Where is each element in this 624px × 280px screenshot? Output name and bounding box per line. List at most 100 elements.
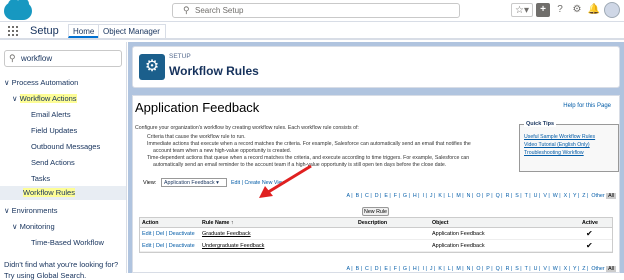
alpha-filter-g[interactable]: G | (401, 266, 411, 272)
tree-item-send-actions[interactable]: Send Actions (31, 158, 75, 167)
tree-item-field-updates[interactable]: Field Updates (31, 126, 77, 135)
col-rule-name[interactable]: Rule Name ↑ (202, 220, 234, 226)
avatar[interactable] (604, 2, 620, 18)
alpha-filter-l[interactable]: L | (446, 193, 455, 199)
tree-item-workflow-actions[interactable]: ∨ Workflow Actions (12, 94, 77, 103)
new-rule-button[interactable]: New Rule (362, 207, 389, 216)
alpha-filter-r[interactable]: R | (504, 266, 514, 272)
alpha-filter-o[interactable]: O | (475, 193, 485, 199)
row-actions[interactable]: Edit | Del | Deactivate (142, 231, 195, 237)
alpha-filter-g[interactable]: G | (401, 193, 411, 199)
tree-item-monitoring[interactable]: ∨ Monitoring (12, 222, 55, 231)
alpha-filter-t[interactable]: T | (523, 193, 532, 199)
alpha-filter-i[interactable]: I | (421, 266, 428, 272)
alpha-filter-u[interactable]: U | (532, 193, 542, 199)
rule-name-link[interactable]: Undergraduate Feedback (202, 243, 264, 249)
table-row: Edit | Del | Deactivate Undergraduate Fe… (140, 240, 612, 252)
col-description: Description (358, 220, 388, 226)
alpha-filter-a[interactable]: A | (345, 193, 354, 199)
view-links[interactable]: Edit | Create New View (231, 180, 285, 186)
quick-find-input[interactable]: ⚲ workflow (4, 50, 122, 67)
alpha-filter-k[interactable]: K | (437, 266, 446, 272)
alpha-filter-k[interactable]: K | (437, 193, 446, 199)
tree-item-time-based-workflow[interactable]: Time-Based Workflow (31, 238, 104, 247)
alpha-filter-n[interactable]: N | (465, 193, 475, 199)
bell-icon[interactable]: 🔔 (587, 3, 601, 17)
alpha-filter-all[interactable]: All (606, 193, 616, 199)
rule-name-link[interactable]: Graduate Feedback (202, 231, 251, 237)
tree-item-outbound-messages[interactable]: Outbound Messages (31, 142, 100, 151)
gear-icon[interactable]: ⚙ (570, 3, 584, 17)
tree-item-tasks[interactable]: Tasks (31, 174, 50, 183)
alpha-filter-w[interactable]: W | (551, 266, 562, 272)
quick-tip-link[interactable]: Useful Sample Workflow Rules (524, 134, 595, 140)
help-link[interactable]: Help for this Page (563, 103, 611, 109)
table-header: Action Rule Name ↑ Description Object Ac… (140, 218, 612, 228)
quick-tip-link[interactable]: Troubleshooting Workflow (524, 150, 584, 156)
alpha-filter-y[interactable]: Y | (571, 193, 580, 199)
alpha-filter-n[interactable]: N | (465, 266, 475, 272)
alpha-filter-p[interactable]: P | (485, 266, 494, 272)
alpha-filter-e[interactable]: E | (383, 266, 392, 272)
alpha-filter-v[interactable]: V | (542, 193, 551, 199)
col-action: Action (142, 220, 159, 226)
search-icon: ⚲ (9, 53, 16, 63)
alpha-filter-p[interactable]: P | (485, 193, 494, 199)
row-actions[interactable]: Edit | Del | Deactivate (142, 243, 195, 249)
tree-item-workflow-rules[interactable]: Workflow Rules (0, 186, 126, 200)
alpha-filter-v[interactable]: V | (542, 266, 551, 272)
alpha-filter-f[interactable]: F | (392, 193, 401, 199)
alpha-filter-s[interactable]: S | (514, 193, 523, 199)
alpha-filter-d[interactable]: D | (373, 266, 383, 272)
quick-tip-link[interactable]: Video Tutorial (English Only) (524, 142, 590, 148)
alpha-filter-w[interactable]: W | (551, 193, 562, 199)
alpha-filter-h[interactable]: H | (411, 266, 421, 272)
view-select[interactable]: Application Feedback ▾ (161, 178, 227, 187)
alpha-filter-other[interactable]: Other (590, 266, 606, 272)
top-header: ⚲ Search Setup ☆▾ + ? ⚙ 🔔 (0, 0, 624, 22)
plus-icon[interactable]: + (536, 3, 550, 17)
alpha-filter-z[interactable]: Z | (581, 193, 590, 199)
alpha-filter-z[interactable]: Z | (581, 266, 590, 272)
alpha-filter-q[interactable]: Q | (494, 193, 504, 199)
alpha-filter-m[interactable]: M | (455, 193, 465, 199)
tab-object-manager[interactable]: Object Manager ▾ (98, 24, 166, 50)
alpha-filter-b[interactable]: B | (354, 266, 363, 272)
search-input[interactable]: ⚲ Search Setup (172, 3, 460, 18)
alpha-filter-t[interactable]: T | (523, 266, 532, 272)
salesforce-logo[interactable] (4, 0, 32, 20)
alpha-filter-f[interactable]: F | (392, 266, 401, 272)
alpha-filter-i[interactable]: I | (421, 193, 428, 199)
alpha-filter-b[interactable]: B | (354, 193, 363, 199)
app-launcher-icon[interactable] (8, 26, 18, 36)
alpha-filter-l[interactable]: L | (446, 266, 455, 272)
alpha-filter-e[interactable]: E | (383, 193, 392, 199)
alpha-filter-u[interactable]: U | (532, 266, 542, 272)
alpha-filter-m[interactable]: M | (455, 266, 465, 272)
alpha-filter-r[interactable]: R | (504, 193, 514, 199)
bullet-2: Immediate actions that execute when a re… (147, 141, 471, 147)
alpha-filter-h[interactable]: H | (411, 193, 421, 199)
star-icon[interactable]: ☆▾ (511, 3, 533, 17)
alpha-filter-j[interactable]: J | (428, 193, 437, 199)
alpha-filter-x[interactable]: X | (562, 266, 571, 272)
alpha-filter-all[interactable]: All (606, 266, 616, 272)
alpha-filter-s[interactable]: S | (514, 266, 523, 272)
alpha-filter-other[interactable]: Other (590, 193, 606, 199)
alpha-filter-c[interactable]: C | (364, 193, 374, 199)
help-icon[interactable]: ? (553, 3, 567, 17)
tree-item-environments[interactable]: ∨ Environments (4, 206, 57, 215)
gear-icon: ⚙ (139, 54, 165, 80)
tree-item-process-automation[interactable]: ∨ Process Automation (4, 78, 78, 87)
alpha-filter-c[interactable]: C | (364, 266, 374, 272)
alpha-filter-q[interactable]: Q | (494, 266, 504, 272)
alpha-filter-d[interactable]: D | (373, 193, 383, 199)
tree-item-email-alerts[interactable]: Email Alerts (31, 110, 71, 119)
alpha-filter-y[interactable]: Y | (571, 266, 580, 272)
rule-object: Application Feedback (432, 231, 485, 237)
alpha-filter-a[interactable]: A | (345, 266, 354, 272)
alpha-filter-j[interactable]: J | (428, 266, 437, 272)
alpha-filter-x[interactable]: X | (562, 193, 571, 199)
tab-home[interactable]: Home (68, 24, 100, 38)
alpha-filter-o[interactable]: O | (475, 266, 485, 272)
